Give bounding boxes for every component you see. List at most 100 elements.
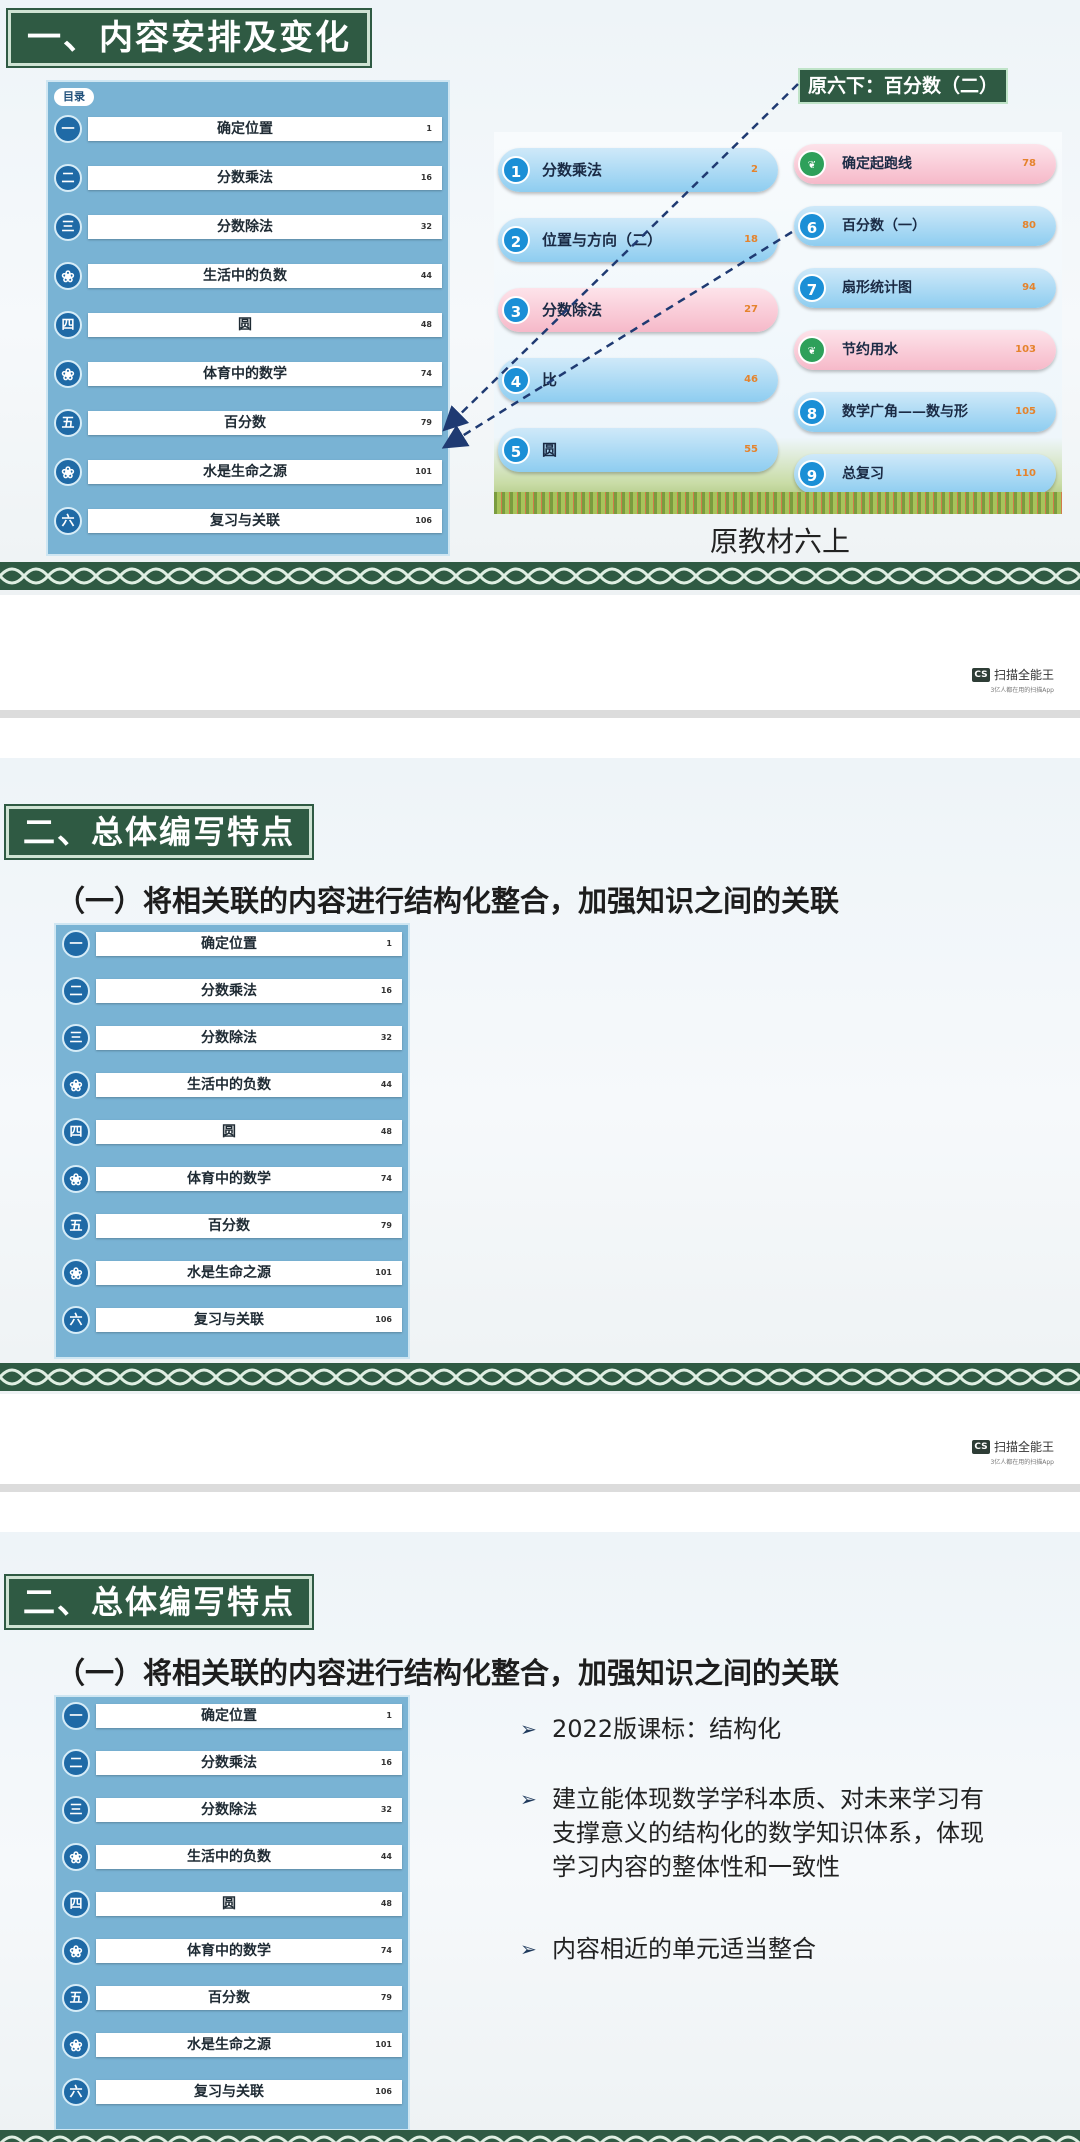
toc-panel: 确定位置 1 一分数乘法 16 二分数除法 32 三生活中的负数 44 ❀ 圆 48 四体育中的数学 7… — [54, 923, 410, 1359]
unit-number-icon: 六 — [62, 2078, 90, 2106]
toc-item: 分数除法 32 三 — [62, 1795, 402, 1825]
unit-pill: 5 圆 55 — [498, 428, 778, 472]
unit-number-icon: 四 — [62, 1890, 90, 1918]
toc-item-page: 44 — [420, 271, 432, 280]
toc-item-page: 48 — [380, 1127, 392, 1136]
unit-number-icon: 六 — [54, 507, 82, 535]
toc-item-page: 32 — [420, 222, 432, 231]
toc-list: 确定位置 1 一分数乘法 16 二分数除法 32 三生活中的负数 44 ❀ 圆 48 四体育中的数学 7… — [48, 114, 448, 554]
unit-pill: 6 百分数（一） 80 — [794, 206, 1056, 246]
unit-page: 18 — [744, 234, 758, 245]
unit-pill: 7 扇形统计图 94 — [794, 268, 1056, 308]
unit-label: 扇形统计图 — [842, 280, 912, 296]
unit-pill: ❦ 节约用水 103 — [794, 330, 1056, 370]
toc-item-bar: 生活中的负数 44 — [96, 1845, 402, 1869]
toc-item-bar: 确定位置 1 — [96, 932, 402, 956]
toc-item-label: 生活中的负数 — [187, 1077, 271, 1093]
toc-item-page: 48 — [420, 320, 432, 329]
toc-item-page: 101 — [415, 467, 432, 476]
unit-page: 105 — [1015, 406, 1036, 417]
toc-item: 复习与关联 106 六 — [62, 2077, 402, 2107]
bullet-text: 内容相近的单元适当整合 — [552, 1935, 816, 1963]
unit-label: 圆 — [542, 441, 558, 459]
unit-page: 94 — [1022, 282, 1036, 293]
unit-page: 103 — [1015, 344, 1036, 355]
unit-label: 总复习 — [842, 466, 884, 482]
toc-item-label: 体育中的数学 — [187, 1171, 271, 1187]
scan-page-2: 二、总体编写特点 （一）将相关联的内容进行结构化整合，加强知识之间的关联 确定位… — [0, 718, 1080, 1484]
toc-item-bar: 体育中的数学 74 — [88, 362, 442, 386]
toc-item: 圆 48 四 — [54, 310, 442, 340]
toc-item-page: 79 — [380, 1221, 392, 1230]
triple-circle-icon: ❀ — [62, 1937, 90, 1965]
slide-writing-features-1: 二、总体编写特点 （一）将相关联的内容进行结构化整合，加强知识之间的关联 确定位… — [0, 758, 1080, 1394]
toc-item-label: 水是生命之源 — [187, 1265, 271, 1281]
unit-number-icon: 四 — [62, 1118, 90, 1146]
unit-number-icon: 二 — [62, 977, 90, 1005]
unit-number: 9 — [798, 460, 826, 488]
toc-item-page: 101 — [375, 1268, 392, 1277]
field-strip — [494, 492, 1062, 514]
toc-item-page: 106 — [415, 516, 432, 525]
toc-item-bar: 分数除法 32 — [88, 215, 442, 239]
original-units-right: ❦ 确定起跑线 78 6 百分数（一） 80 7 扇形统计图 94 ❦ 节约用水 103 8 数学广角——… — [790, 132, 1062, 514]
unit-number-icon: 三 — [54, 213, 82, 241]
unit-number-icon: 二 — [54, 164, 82, 192]
triple-circle-icon: ❀ — [62, 2031, 90, 2059]
toc-item-label: 确定位置 — [217, 121, 273, 137]
unit-number: 3 — [502, 296, 530, 324]
toc-item: 体育中的数学 74 ❀ — [62, 1936, 402, 1966]
original-units-left: 1 分数乘法 2 2 位置与方向（二） 18 3 分数除法 27 4 比 46 5 圆 55 — [494, 132, 784, 514]
unit-page: 55 — [744, 444, 758, 455]
toc-item: 复习与关联 106 六 — [62, 1305, 402, 1335]
unit-number-icon: 六 — [62, 1306, 90, 1334]
decorative-border — [0, 1363, 1080, 1391]
toc-item-bar: 水是生命之源 101 — [96, 1261, 402, 1285]
bullet-text: 建立能体现数学学科本质、对未来学习有支撑意义的结构化的数学知识体系，体现学习内容… — [552, 1785, 984, 1881]
toc-item-bar: 确定位置 1 — [88, 117, 442, 141]
unit-page: 46 — [744, 374, 758, 385]
toc-item: 生活中的负数 44 ❀ — [54, 261, 442, 291]
original-textbook-contents: 1 分数乘法 2 2 位置与方向（二） 18 3 分数除法 27 4 比 46 5 圆 55 ❦ 确定起跑线 7… — [494, 132, 1062, 514]
toc-item: 确定位置 1 一 — [54, 114, 442, 144]
toc-item-page: 106 — [375, 2087, 392, 2096]
toc-item-bar: 复习与关联 106 — [88, 509, 442, 533]
slide-content-arrangement: 一、内容安排及变化 目录 确定位置 1 一分数乘法 16 二分数除法 32 三生活中的负数 4… — [0, 0, 1080, 595]
triple-circle-icon: ❀ — [62, 1165, 90, 1193]
toc-item-bar: 水是生命之源 101 — [96, 2033, 402, 2057]
toc-item-label: 生活中的负数 — [187, 1849, 271, 1865]
triple-circle-icon: ❀ — [54, 458, 82, 486]
toc-item-bar: 复习与关联 106 — [96, 1308, 402, 1332]
toc-item: 水是生命之源 101 ❀ — [54, 457, 442, 487]
toc-item-bar: 体育中的数学 74 — [96, 1167, 402, 1191]
cs-logo-icon: CS — [971, 667, 990, 682]
toc-item-page: 79 — [420, 418, 432, 427]
toc-item-label: 圆 — [238, 317, 252, 333]
toc-panel: 确定位置 1 一分数乘法 16 二分数除法 32 三生活中的负数 44 ❀ 圆 48 四体育中的数学 7… — [54, 1695, 410, 2131]
toc-item-page: 16 — [380, 1758, 392, 1767]
toc-list: 确定位置 1 一分数乘法 16 二分数除法 32 三生活中的负数 44 ❀ 圆 48 四体育中的数学 7… — [56, 929, 408, 1357]
toc-item: 水是生命之源 101 ❀ — [62, 2030, 402, 2060]
toc-item-page: 44 — [380, 1852, 392, 1861]
unit-label: 比 — [542, 371, 558, 389]
unit-page: 110 — [1015, 468, 1036, 479]
toc-item-bar: 圆 48 — [96, 1120, 402, 1144]
toc-item: 生活中的负数 44 ❀ — [62, 1842, 402, 1872]
toc-item-bar: 分数乘法 16 — [88, 166, 442, 190]
bullet-list: ➢ 2022版课标：结构化 ➢ 建立能体现数学学科本质、对未来学习有支撑意义的结构化的… — [520, 1712, 1020, 1972]
unit-pill: ❦ 确定起跑线 78 — [794, 144, 1056, 184]
toc-item-bar: 分数乘法 16 — [96, 1751, 402, 1775]
unit-pill: 4 比 46 — [498, 358, 778, 402]
unit-number: 7 — [798, 274, 826, 302]
unit-number-icon: 三 — [62, 1024, 90, 1052]
scan-page-1: 一、内容安排及变化 目录 确定位置 1 一分数乘法 16 二分数除法 32 三生活中的负数 4… — [0, 0, 1080, 710]
leaf-icon: ❦ — [798, 336, 826, 364]
slide-subtitle: （一）将相关联的内容进行结构化整合，加强知识之间的关联 — [56, 1656, 840, 1690]
decorative-border — [0, 562, 1080, 590]
toc-item-label: 圆 — [222, 1124, 236, 1140]
unit-number: 4 — [502, 366, 530, 394]
toc-list: 确定位置 1 一分数乘法 16 二分数除法 32 三生活中的负数 44 ❀ 圆 48 四体育中的数学 7… — [56, 1701, 408, 2129]
toc-item: 百分数 79 五 — [62, 1211, 402, 1241]
unit-number: 8 — [798, 398, 826, 426]
unit-number: 2 — [502, 226, 530, 254]
